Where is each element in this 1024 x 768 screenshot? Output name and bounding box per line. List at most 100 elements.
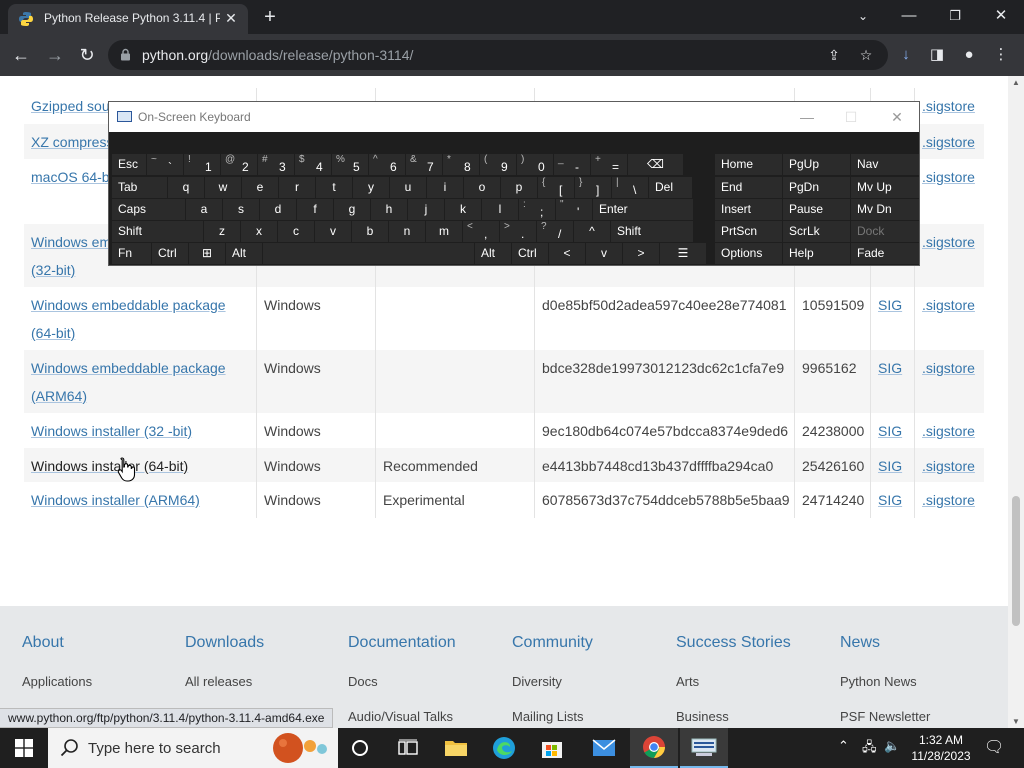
osk-nav-key[interactable]: Dock [851,221,919,242]
start-button[interactable] [0,728,48,768]
osk-row2-key[interactable]: t [316,177,352,198]
osk-close-button[interactable]: ✕ [877,106,917,128]
file-link[interactable]: Windows installer (64-bit) [31,452,256,480]
osk-row2-key[interactable]: i [427,177,463,198]
osk-nav-key[interactable]: Pause [783,199,850,220]
browser-tab[interactable]: Python Release Python 3.11.4 | P ✕ [8,4,248,34]
sig-link[interactable]: SIG [878,354,902,382]
sigstore-link[interactable]: .sigstore [922,163,975,191]
new-tab-button[interactable]: + [258,6,282,28]
footer-link[interactable]: Applications [22,674,92,689]
osk-row4-key[interactable]: <, [463,221,499,242]
osk-row1-key[interactable]: ^ 6 [369,154,405,175]
osk-row1-key[interactable]: ! 1 [184,154,220,175]
osk-row5-key[interactable]: < [549,243,585,264]
osk-row3-key[interactable]: d [260,199,296,220]
osk-row2-key[interactable]: q [168,177,204,198]
taskbar-search-box[interactable]: Type here to search [48,728,338,768]
restore-button[interactable]: ❐ [932,2,978,30]
osk-row5-key[interactable]: Fn [112,243,151,264]
osk-row5-key[interactable]: Ctrl [152,243,188,264]
notifications-icon[interactable]: 🗨 [984,737,1004,757]
osk-row4-key[interactable]: m [426,221,462,242]
osk-nav-key[interactable]: Mv Up [851,177,919,198]
osk-row5-key[interactable] [263,243,474,264]
footer-heading[interactable]: About [22,634,64,652]
osk-row2-key[interactable]: e [242,177,278,198]
osk-row1-key[interactable]: _ - [554,154,590,175]
osk-row2-key[interactable]: }] [575,177,611,198]
osk-nav-key[interactable]: Nav [851,154,919,175]
sig-link[interactable]: SIG [878,417,902,445]
osk-row4-key[interactable]: b [352,221,388,242]
scrollbar-thumb[interactable] [1012,496,1020,626]
sigstore-link[interactable]: .sigstore [922,486,975,514]
edge-button[interactable] [480,728,528,768]
osk-nav-key[interactable]: Options [715,243,782,264]
osk-row3-key[interactable]: Caps [112,199,185,220]
osk-row3-key[interactable]: s [223,199,259,220]
osk-maximize-button[interactable]: ☐ [831,106,871,128]
osk-nav-key[interactable]: Help [783,243,850,264]
footer-link[interactable]: Python News [840,674,917,689]
share-icon[interactable]: ⇪ [824,45,844,65]
osk-row1-key[interactable]: ~ ` [147,154,183,175]
osk-row4-key[interactable]: c [278,221,314,242]
footer-link[interactable]: Mailing Lists [512,709,584,724]
file-link-line2[interactable]: (32-bit) [31,256,75,284]
tab-close-icon[interactable]: ✕ [222,9,240,27]
osk-row2-key[interactable]: r [279,177,315,198]
osk-row5-key[interactable]: > [623,243,659,264]
volume-muted-icon[interactable]: 🔈 [884,738,900,754]
sig-link[interactable]: SIG [878,486,902,514]
osk-row4-key[interactable]: ^ [574,221,610,242]
sigstore-link[interactable]: .sigstore [922,354,975,382]
footer-link[interactable]: Docs [348,674,378,689]
osk-row5-key[interactable]: Ctrl [512,243,548,264]
scroll-up-icon[interactable]: ▲ [1012,78,1020,87]
osk-nav-key[interactable]: Home [715,154,782,175]
osk-row5-key[interactable]: Alt [475,243,511,264]
file-link-line2[interactable]: (64-bit) [31,319,75,347]
osk-row3-key[interactable]: l [482,199,518,220]
osk-row1-key[interactable]: ⌫ [628,154,683,175]
osk-row3-key[interactable]: :; [519,199,555,220]
osk-row1-key[interactable]: $4 [295,154,331,175]
osk-row3-key[interactable]: Enter [593,199,693,220]
osk-row1-key[interactable]: + = [591,154,627,175]
osk-row1-key[interactable]: (9 [480,154,516,175]
file-link[interactable]: Windows embeddable package [31,354,256,382]
osk-row2-key[interactable]: y [353,177,389,198]
file-link[interactable]: Windows embeddable package [31,291,256,319]
sigstore-link[interactable]: .sigstore [922,228,975,256]
tab-search-icon[interactable]: ⌄ [840,2,886,30]
osk-row4-key[interactable]: >. [500,221,536,242]
menu-icon[interactable]: ⋮ [990,44,1012,66]
osk-row1-key[interactable]: % 5 [332,154,368,175]
osk-row2-key[interactable]: Tab [112,177,167,198]
sigstore-link[interactable]: .sigstore [922,291,975,319]
back-icon[interactable]: ← [8,42,34,68]
page-scrollbar[interactable]: ▲ ▼ [1008,76,1024,728]
osk-row1-key[interactable]: @2 [221,154,257,175]
reload-icon[interactable]: ↻ [74,42,100,68]
osk-row2-key[interactable]: u [390,177,426,198]
osk-nav-key[interactable]: PgUp [783,154,850,175]
osk-row4-key[interactable]: x [241,221,277,242]
taskbar-clock[interactable]: 1:32 AM 11/28/2023 [906,732,976,764]
footer-link[interactable]: Diversity [512,674,562,689]
osk-row1-key[interactable]: Esc [112,154,146,175]
close-button[interactable]: ✕ [978,2,1024,30]
osk-titlebar[interactable]: On-Screen Keyboard — ☐ ✕ [109,102,919,132]
footer-heading[interactable]: Community [512,634,593,652]
scroll-down-icon[interactable]: ▼ [1012,717,1020,726]
osk-nav-key[interactable]: Insert [715,199,782,220]
sidebar-icon[interactable]: ◨ [926,44,948,66]
footer-link[interactable]: Arts [676,674,699,689]
osk-row3-key[interactable]: k [445,199,481,220]
footer-link[interactable]: Business [676,709,729,724]
footer-heading[interactable]: Downloads [185,634,264,652]
footer-link[interactable]: All releases [185,674,252,689]
cortana-button[interactable] [336,728,384,768]
osk-row3-key[interactable]: f [297,199,333,220]
